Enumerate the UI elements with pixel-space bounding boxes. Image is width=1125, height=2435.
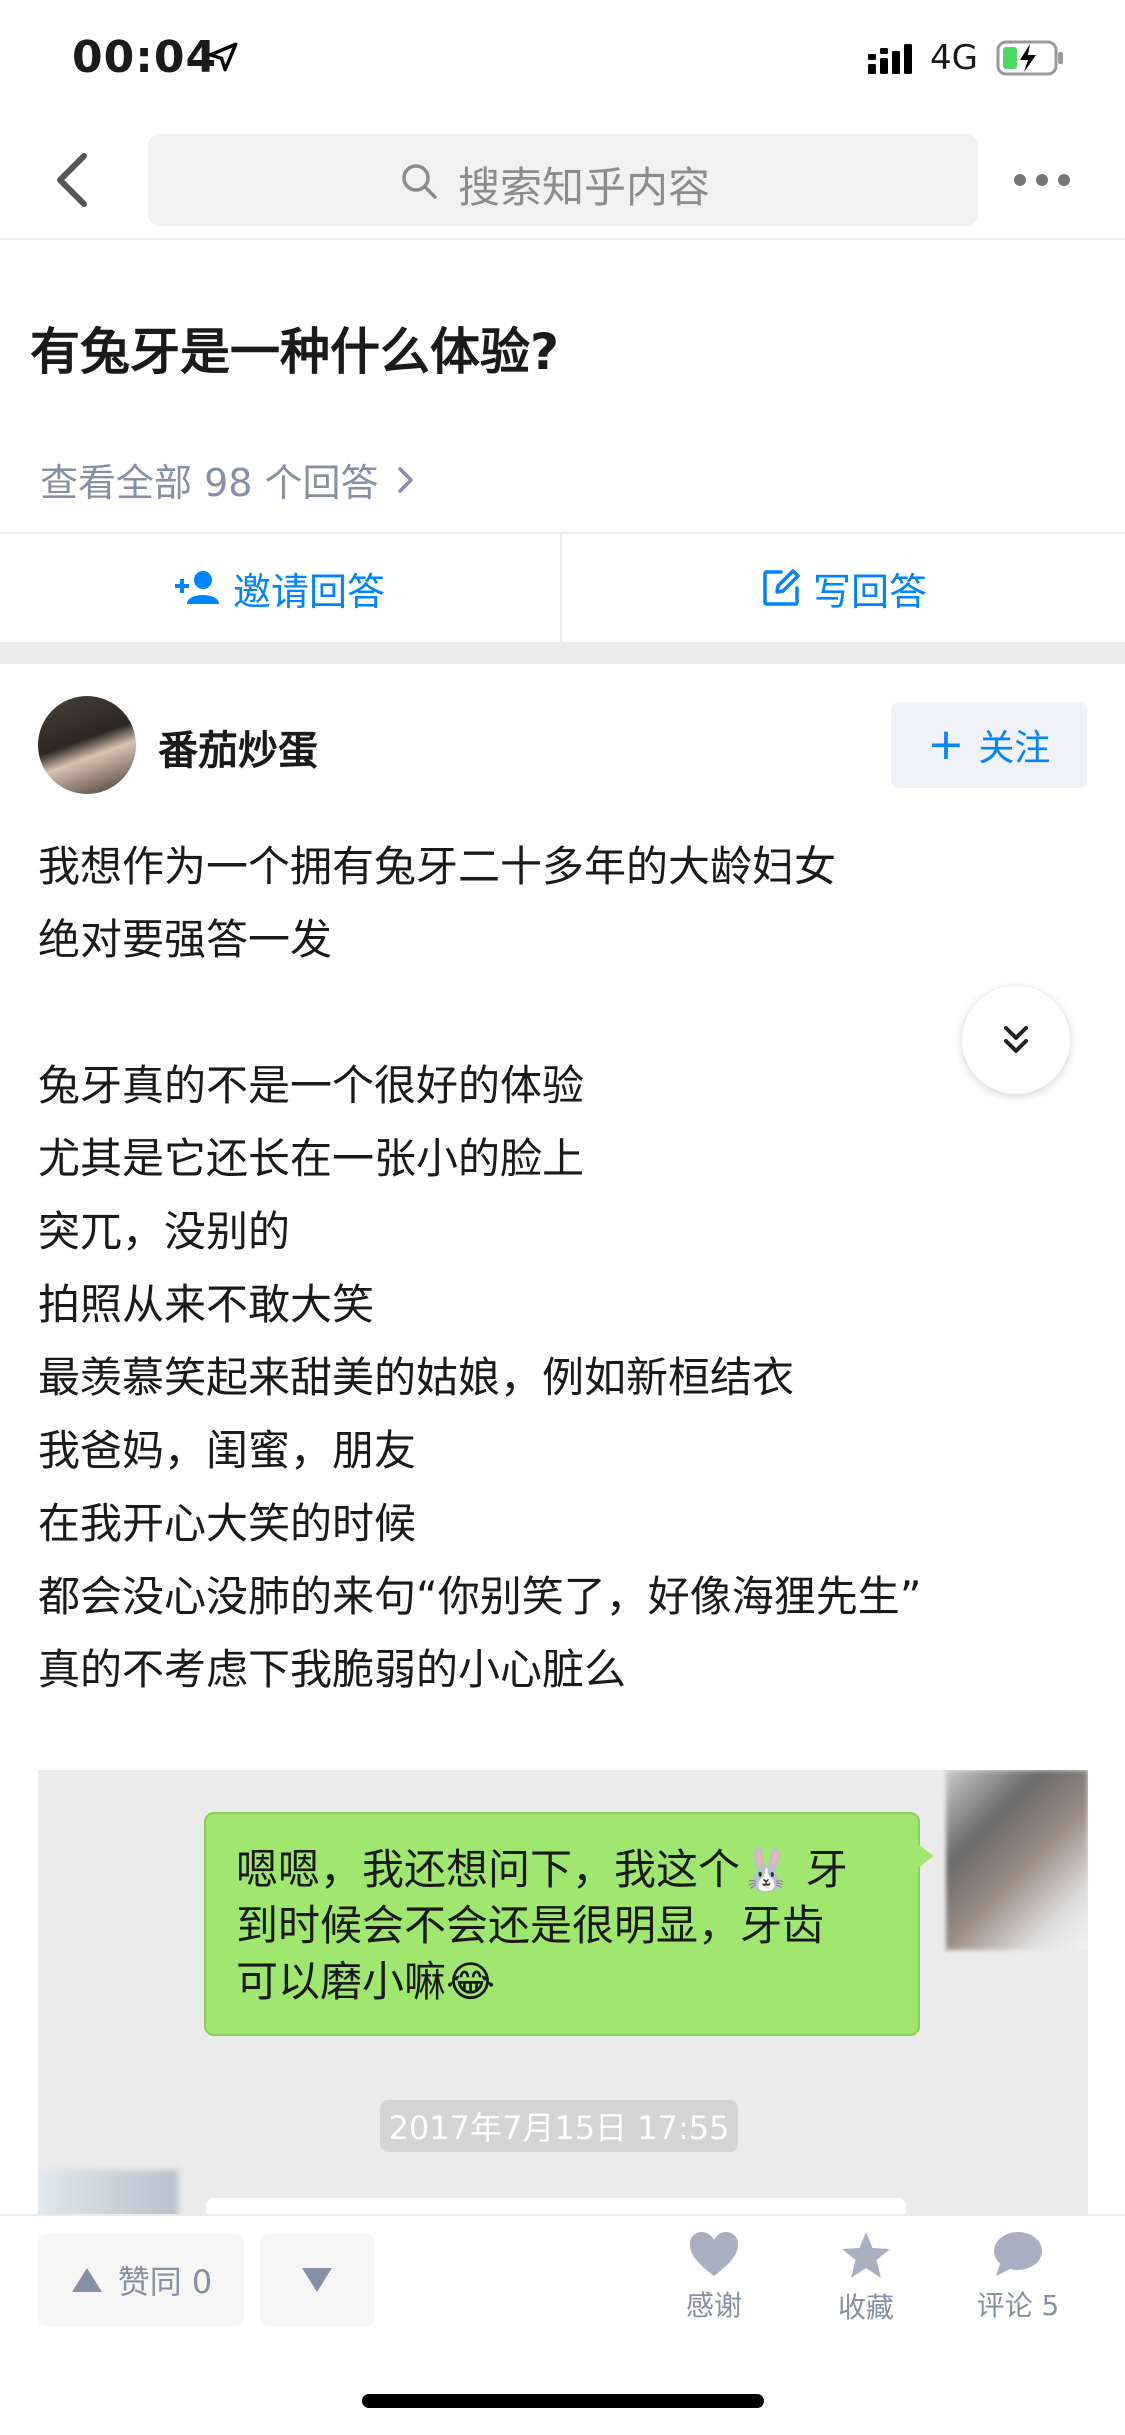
view-all-answers-link[interactable]: 查看全部 98 个回答 [40,452,417,507]
invite-user-icon [174,571,219,604]
chat-bubble: 嗯嗯，我还想问下，我这个🐰 牙 到时候会不会还是很明显，牙齿 可以磨小嘛😂 [204,1812,934,2036]
comment-button[interactable]: 评论 5 [958,2230,1078,2340]
answer-content: 我想作为一个拥有兔牙二十多年的大龄妇女 绝对要强答一发 兔牙真的不是一个很好的体… [38,830,998,1706]
answer-line: 真的不考虑下我脆弱的小心脏么 [38,1645,627,1694]
chat-avatar-blurred-left [38,2170,178,2216]
comment-label: 评论 5 [976,2289,1060,2322]
network-type: 4G [930,38,978,78]
author-name[interactable]: 番茄炒蛋 [158,718,318,776]
question-title[interactable]: 有兔牙是一种什么体验? [30,312,559,384]
star-icon [842,2232,890,2278]
invite-answer-label: 邀请回答 [232,569,385,614]
chat-bubble-line: 可以磨小嘛😂 [236,1957,496,2006]
answer-line: 拍照从来不敢大笑 [38,1280,375,1329]
answer-line: 兔牙真的不是一个很好的体验 [38,1061,585,1110]
battery-charging-icon [996,40,1063,76]
upvote-button[interactable]: 赞同 0 [38,2234,244,2326]
chat-screenshot-image[interactable]: 嗯嗯，我还想问下，我这个🐰 牙 到时候会不会还是很明显，牙齿 可以磨小嘛😂 20… [38,1770,1088,2216]
search-input[interactable]: 搜索知乎内容 [148,134,978,226]
answer-line: 尤其是它还长在一张小的脸上 [38,1134,585,1183]
triangle-down-icon [302,2268,332,2292]
answer-line: 我想作为一个拥有兔牙二十多年的大龄妇女 [38,842,837,891]
thanks-label: 感谢 [685,2289,742,2322]
status-time: 00:04 [72,32,218,83]
view-all-label: 查看全部 98 个回答 [40,461,379,505]
search-placeholder: 搜索知乎内容 [458,163,711,212]
chat-bubble-line: 到时候会不会还是很明显，牙齿 [236,1901,825,1950]
answer-line: 最羡慕笑起来甜美的姑娘，例如新桓结衣 [38,1353,795,1402]
follow-label: 关注 [978,728,1051,769]
avatar[interactable] [38,696,136,794]
thanks-button[interactable]: 感谢 [654,2230,774,2340]
answer-line: 绝对要强答一发 [38,915,333,964]
more-icon[interactable] [1010,160,1074,200]
answer-line: 我爸妈，闺蜜，朋友 [38,1426,417,1475]
collapse-expand-button[interactable] [962,986,1070,1094]
location-arrow-icon [208,42,238,72]
comment-icon [994,2232,1042,2276]
section-divider [0,642,1125,664]
back-arrow-icon[interactable] [44,148,104,212]
top-nav: 搜索知乎内容 [0,120,1125,240]
write-answer-label: 写回答 [812,569,927,614]
plus-icon: + [927,719,965,770]
chat-avatar-blurred [946,1770,1088,1950]
home-indicator[interactable] [362,2394,764,2408]
chat-bubble-line: 嗯嗯，我还想问下，我这个🐰 牙 [236,1845,848,1894]
status-bar: 00:04 4G [0,0,1125,120]
signal-icon [868,44,912,74]
question-actions: 邀请回答 写回答 [0,532,1125,642]
double-chevron-down-icon [1004,1026,1028,1053]
favorite-label: 收藏 [837,2291,894,2324]
answer-line: 突兀，没别的 [38,1207,291,1256]
answer-line: 都会没心没肺的来句“你别笑了，好像海狸先生” [38,1572,922,1621]
edit-icon [763,569,800,606]
search-icon [402,164,437,199]
chat-timestamp: 2017年7月15日 17:55 [380,2100,738,2152]
heart-icon [690,2232,738,2276]
triangle-up-icon [71,2268,102,2292]
upvote-label: 赞同 0 [117,2263,213,2301]
downvote-button[interactable] [260,2234,374,2326]
favorite-button[interactable]: 收藏 [806,2230,926,2340]
follow-button[interactable]: + 关注 [891,702,1087,788]
chevron-right-icon [397,466,413,493]
write-answer-button[interactable]: 写回答 [563,534,1125,642]
answer-line: 在我开心大笑的时候 [38,1499,417,1548]
answer-line [38,976,998,1049]
invite-answer-button[interactable]: 邀请回答 [0,534,562,642]
